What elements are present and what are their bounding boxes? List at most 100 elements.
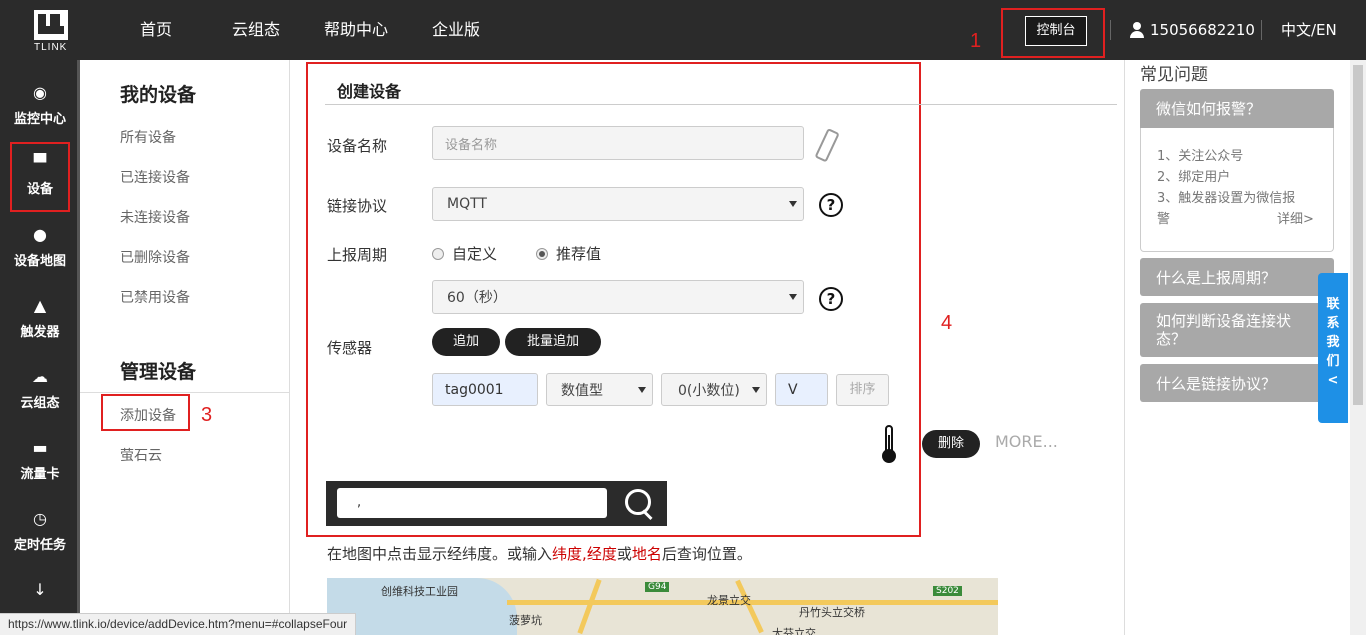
contact-char: 联 — [1326, 297, 1340, 312]
my-devices-heading: 我的设备 — [120, 84, 197, 106]
thermometer-bulb — [882, 449, 896, 463]
report-period-label: 上报周期 — [327, 246, 388, 264]
sidebar-item-data-card[interactable]: ▬ 流量卡 — [0, 425, 80, 495]
contact-us-tab[interactable]: 联 系 我 们 < — [1318, 273, 1348, 423]
add-sensor-button[interactable]: 追加 — [432, 328, 500, 356]
divider — [1261, 20, 1262, 40]
faq-question-wechat-alarm[interactable]: 微信如何报警？ — [1140, 89, 1334, 128]
radio-recommended[interactable]: 推荐值 — [536, 243, 601, 264]
map-view[interactable]: 创维科技工业园 龙景立交 丹竹头立交桥 菠萝坑 大芬立交 G94 S202 — [327, 578, 998, 635]
contact-arrow: < — [1327, 373, 1339, 388]
hint-latitude: 纬度 — [552, 545, 583, 563]
map-label: 菠萝坑 — [509, 614, 542, 627]
monitor-icon: ◉ — [33, 83, 47, 102]
thermometer-icon[interactable] — [881, 425, 897, 463]
nav-enterprise[interactable]: 企业版 — [410, 0, 502, 60]
faq-question-report-period[interactable]: 什么是上报周期？ — [1140, 258, 1334, 296]
submenu-disabled-devices[interactable]: 已禁用设备 — [120, 287, 190, 307]
batch-add-button[interactable]: 批量追加 — [505, 328, 601, 356]
nav-cloud-config[interactable]: 云组态 — [210, 0, 302, 60]
faq-question-connection-status[interactable]: 如何判断设备连接状态？ — [1140, 303, 1334, 357]
period-help-icon[interactable]: ? — [819, 287, 843, 311]
faq-detail-link[interactable]: 详细> — [1277, 208, 1314, 227]
submenu-deleted-devices[interactable]: 已删除设备 — [120, 247, 190, 267]
map-road — [507, 600, 998, 605]
pen-icon — [820, 128, 842, 168]
scrollbar-thumb[interactable] — [1353, 65, 1363, 405]
submenu-disconnected-devices[interactable]: 未连接设备 — [120, 207, 190, 227]
download-icon: ↓ — [33, 580, 47, 599]
sidebar-label: 监控中心 — [13, 112, 66, 127]
user-account[interactable]: 15056682210 — [1130, 0, 1255, 60]
sensor-type-select[interactable]: 数值型 — [546, 373, 653, 406]
language-switch[interactable]: 中文/EN — [1281, 0, 1337, 60]
radio-dot — [432, 247, 444, 260]
faq-title: 常见问题 — [1140, 65, 1208, 85]
sidebar-label: 云组态 — [20, 396, 60, 411]
user-icon — [1130, 22, 1144, 38]
hint-text: 在地图中点击显示经纬度。或输入 — [327, 545, 553, 563]
hint-or: 或 — [616, 545, 632, 563]
manage-devices-heading: 管理设备 — [120, 361, 197, 383]
sensor-tag-input[interactable]: tag0001 — [432, 373, 538, 406]
submenu-connected-devices[interactable]: 已连接设备 — [120, 167, 190, 187]
map-label: 丹竹头立交桥 — [799, 606, 865, 619]
map-pin-icon: ● — [33, 225, 47, 244]
annotation-3: 3 — [201, 404, 213, 426]
faq-step: 警 — [1157, 212, 1171, 227]
contact-char: 们 — [1326, 354, 1340, 369]
cloud-icon: ☁ — [32, 367, 48, 386]
divider — [1110, 20, 1111, 40]
status-bar-url: https://www.tlink.io/device/addDevice.ht… — [0, 613, 357, 635]
radio-dot-selected — [536, 247, 548, 260]
device-highlight-box — [10, 142, 70, 212]
sidebar-label: 触发器 — [20, 325, 60, 340]
nav-home[interactable]: 首页 — [110, 0, 202, 60]
user-phone: 15056682210 — [1150, 21, 1255, 39]
sidebar-item-cloud-config[interactable]: ☁ 云组态 — [0, 354, 80, 424]
chevron-down-icon — [789, 201, 797, 207]
delete-button[interactable]: 删除 — [922, 430, 980, 458]
console-button[interactable]: 控制台 — [1025, 16, 1087, 46]
radio-custom[interactable]: 自定义 — [432, 243, 497, 264]
map-label: 创维科技工业园 — [381, 585, 458, 598]
tlink-logo[interactable]: TLINK — [30, 10, 72, 54]
sort-button[interactable]: 排序 — [836, 374, 889, 406]
map-search-input[interactable]: , — [337, 488, 607, 518]
page-scrollbar[interactable] — [1350, 60, 1366, 635]
submenu-all-devices[interactable]: 所有设备 — [120, 127, 176, 147]
protocol-select[interactable]: MQTT — [432, 187, 804, 221]
map-hint: 在地图中点击显示经纬度。或输入纬度,经度或地名后查询位置。 — [327, 543, 752, 564]
sidebar-label: 流量卡 — [20, 467, 60, 482]
decimal-value: 0(小数位) — [678, 382, 740, 399]
hint-place-name: 地名 — [631, 545, 662, 563]
contact-char: 我 — [1326, 335, 1340, 350]
device-name-input[interactable]: 设备名称 — [432, 126, 804, 160]
decimal-select[interactable]: 0(小数位) — [661, 373, 767, 406]
logo-text: TLINK — [34, 42, 68, 53]
submenu-ezviz-cloud[interactable]: 萤石云 — [120, 445, 162, 465]
sidebar-item-monitor[interactable]: ◉ 监控中心 — [0, 70, 80, 140]
sidebar-item-device-map[interactable]: ● 设备地图 — [0, 212, 80, 282]
unit-input[interactable]: V — [775, 373, 828, 406]
device-submenu: 我的设备 所有设备 已连接设备 未连接设备 已删除设备 已禁用设备 管理设备 添… — [80, 60, 290, 635]
period-value: 60（秒） — [447, 290, 507, 306]
more-link[interactable]: MORE... — [995, 432, 1058, 451]
sidebar-item-trigger[interactable]: ▲ 触发器 — [0, 283, 80, 353]
faq-step: 2、绑定用户 — [1157, 170, 1231, 185]
protocol-value: MQTT — [447, 196, 487, 212]
top-nav: 首页 云组态 帮助中心 企业版 — [110, 0, 510, 60]
hint-suffix: 后查询位置。 — [661, 545, 752, 563]
protocol-help-icon[interactable]: ? — [819, 193, 843, 217]
card-icon: ▬ — [32, 438, 48, 457]
period-select[interactable]: 60（秒） — [432, 280, 804, 314]
faq-step: 3、触发器设置为微信报 — [1157, 191, 1296, 206]
add-device-highlight-box — [101, 394, 190, 431]
faq-question-protocol[interactable]: 什么是链接协议？ — [1140, 364, 1334, 402]
radio-custom-label: 自定义 — [452, 245, 498, 263]
contact-char: 系 — [1326, 316, 1340, 331]
sensor-label: 传感器 — [327, 339, 373, 357]
search-icon[interactable] — [625, 489, 655, 519]
sidebar-item-scheduled-task[interactable]: ◷ 定时任务 — [0, 496, 80, 566]
nav-help-center[interactable]: 帮助中心 — [310, 0, 402, 60]
